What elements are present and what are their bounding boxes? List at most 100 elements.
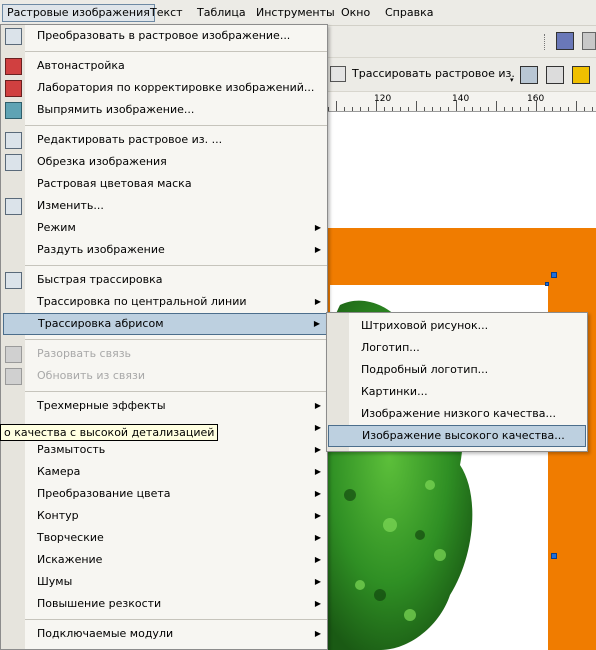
selection-handle[interactable] [545,282,549,286]
submenu-arrow-icon: ▶ [314,297,321,306]
ruler-tick [336,101,337,111]
menu-item-label: Шумы [37,575,73,588]
submenu-item-label: Логотип... [361,341,420,354]
convert-bitmap-icon [5,28,22,45]
ruler-tick [440,107,441,111]
menu-item-label: Раздуть изображение [37,243,165,256]
submenu-arrow-icon: ▶ [314,577,321,586]
menu-item-straighten[interactable]: Выпрямить изображение... [25,99,327,121]
menu-item-blur[interactable]: Размытость ▶ [25,439,327,461]
menu-item-color-mask[interactable]: Растровая цветовая маска [25,173,327,195]
menu-item-sharpen[interactable]: Повышение резкости ▶ [25,593,327,615]
edit-bitmap-icon [5,132,22,149]
submenu-item-detailed-logo[interactable]: Подробный логотип... [349,359,587,381]
ruler-tick [512,107,513,111]
menu-item-label: Трехмерные эффекты [37,399,166,412]
submenu-item-logo[interactable]: Логотип... [349,337,587,359]
submenu-item-low-quality[interactable]: Изображение низкого качества... [349,403,587,425]
ruler-tick [456,101,457,111]
submenu-arrow-icon: ▶ [314,555,321,564]
menu-item-crop[interactable]: Обрезка изображения [25,151,327,173]
ruler-tick [448,107,449,111]
submenu-arrow-icon: ▶ [314,401,321,410]
menubar-tools[interactable]: Инструменты [252,4,339,22]
menu-item-label: Трассировка по центральной линии [37,295,247,308]
outline-trace-icon[interactable] [520,66,538,84]
menu-item-3d-effects[interactable]: Трехмерные эффекты ▶ [25,395,327,417]
submenu-arrow-icon: ▶ [314,445,321,454]
outline-trace-submenu: Штриховой рисунок... Логотип... Подробны… [326,312,588,452]
menu-item-creative[interactable]: Творческие ▶ [25,527,327,549]
selection-handle[interactable] [551,272,557,278]
menu-item-centerline-trace[interactable]: Трассировка по центральной линии ▶ [25,291,327,313]
menu-item-convert-to-bitmap[interactable]: Преобразовать в растровое изображение... [25,25,327,47]
ruler-tick [432,107,433,111]
menu-item-outline-trace[interactable]: Трассировка абрисом ▶ [3,313,327,335]
resample-icon [5,198,22,215]
submenu-item-clipart[interactable]: Картинки... [349,381,587,403]
menu-item-update-link[interactable]: Обновить из связи [25,365,327,387]
tooltip: о качества с высокой детализацией [0,424,219,441]
trace-bitmap-button[interactable]: Трассировать растровое из. [352,67,515,80]
menu-item-color-transform[interactable]: Преобразование цвета ▶ [25,483,327,505]
quick-trace-icon [5,272,22,289]
menu-item-label: Выпрямить изображение... [37,103,195,116]
node-edit-icon[interactable] [546,66,564,84]
menu-bar: Растровые изображения Текст Таблица Инст… [0,0,596,26]
submenu-item-high-quality[interactable]: Изображение высокого качества... [328,425,586,447]
submenu-arrow-icon: ▶ [314,423,321,432]
menu-item-inflate[interactable]: Раздуть изображение ▶ [25,239,327,261]
trace-bitmap-icon[interactable] [330,66,346,82]
selection-handle[interactable] [551,553,557,559]
ruler-tick [480,107,481,111]
menu-item-label: Режим [37,221,76,234]
menu-item-noise[interactable]: Шумы ▶ [25,571,327,593]
menu-separator [25,125,327,126]
menu-item-camera[interactable]: Камера ▶ [25,461,327,483]
toolbar-grip [544,34,546,50]
menu-item-label: Повышение резкости [37,597,162,610]
menu-item-auto-adjust[interactable]: Автонастройка [25,55,327,77]
trace-dropdown-arrow-icon[interactable]: ▾ [510,76,514,84]
menu-separator [25,265,327,266]
submenu-item-label: Картинки... [361,385,428,398]
menubar-table[interactable]: Таблица [193,4,250,22]
menu-item-edit-bitmap[interactable]: Редактировать растровое из. ... [25,129,327,151]
color-swatch-icon[interactable] [556,32,574,50]
menu-item-label: Автонастройка [37,59,125,72]
ruler-label-140: 140 [452,94,470,104]
break-link-icon [5,346,22,363]
submenu-item-line-art[interactable]: Штриховой рисунок... [349,315,587,337]
ruler-tick [520,107,521,111]
menubar-text[interactable]: Текст [146,4,187,22]
menubar-window[interactable]: Окно [337,4,374,22]
menubar-bitmaps[interactable]: Растровые изображения [2,4,155,22]
menu-item-label: Обновить из связи [37,369,146,382]
resample-bitmap-icon[interactable] [572,66,590,84]
menu-item-image-lab[interactable]: Лаборатория по корректировке изображений… [25,77,327,99]
menu-item-break-link[interactable]: Разорвать связь [25,343,327,365]
menu-item-label: Преобразовать в растровое изображение... [37,29,291,42]
menu-item-contour[interactable]: Контур ▶ [25,505,327,527]
menu-item-mode[interactable]: Режим ▶ [25,217,327,239]
menu-item-resample[interactable]: Изменить... [25,195,327,217]
submenu-item-label: Изображение высокого качества... [362,429,565,442]
straighten-icon [5,102,22,119]
toolbar-button-icon[interactable] [582,32,596,50]
menu-item-label: Растровая цветовая маска [37,177,192,190]
image-lab-icon [5,80,22,97]
ruler-tick [504,107,505,111]
menu-item-distort[interactable]: Искажение ▶ [25,549,327,571]
menu-item-label: Трассировка абрисом [38,317,164,330]
menu-item-plugins[interactable]: Подключаемые модули ▶ [25,623,327,645]
menubar-help[interactable]: Справка [381,4,437,22]
ruler-tick [360,107,361,111]
submenu-arrow-icon: ▶ [314,223,321,232]
menu-item-quick-trace[interactable]: Быстрая трассировка [25,269,327,291]
ruler-tick [464,107,465,111]
ruler-tick [560,107,561,111]
ruler-tick [376,101,377,111]
menu-item-label: Обрезка изображения [37,155,167,168]
ruler-tick [528,107,529,111]
submenu-item-label: Изображение низкого качества... [361,407,556,420]
